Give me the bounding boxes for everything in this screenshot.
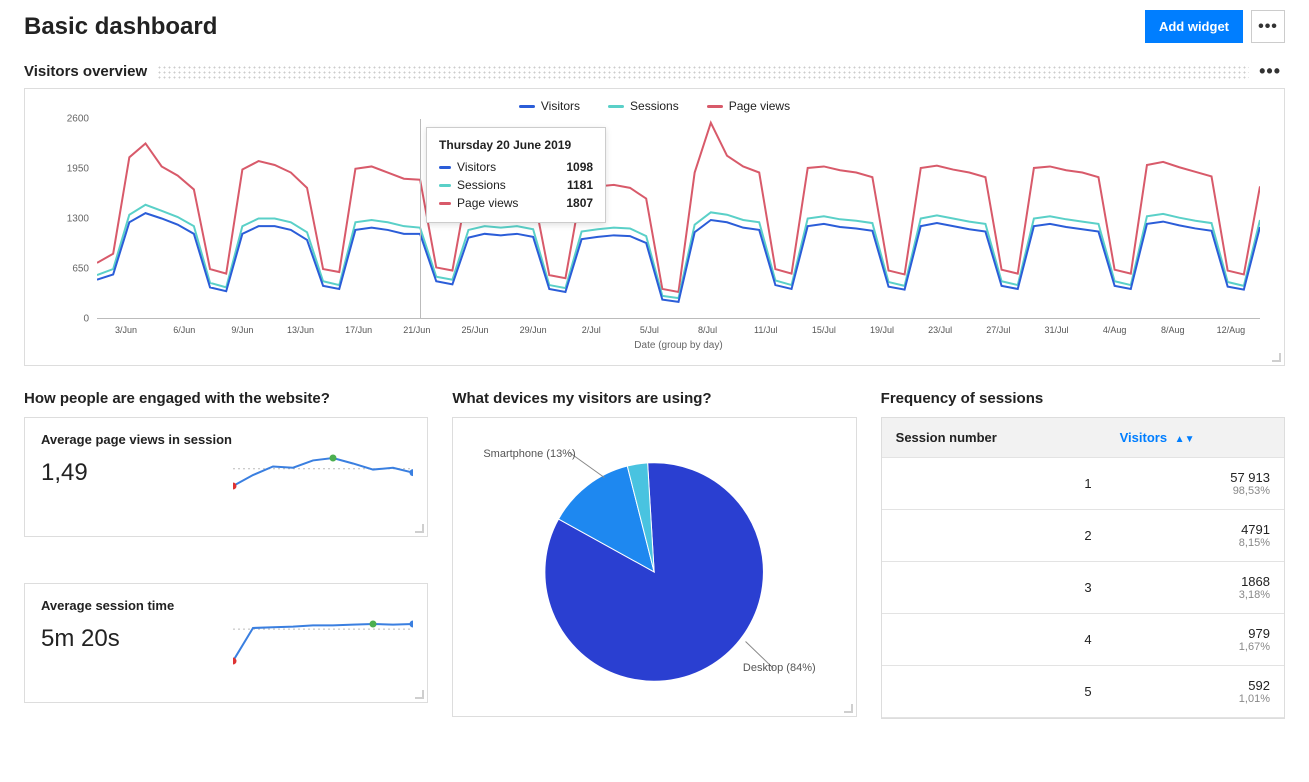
avg-session-time-title: Average session time (41, 598, 411, 613)
pie-label-smartphone: Smartphone (13%) (483, 448, 575, 460)
table-row[interactable]: 157 91398,53% (882, 458, 1284, 510)
pie-label-desktop: Desktop (84%) (743, 662, 816, 674)
overview-chart-card: Visitors Sessions Page views 06501300195… (24, 88, 1285, 366)
legend-visitors[interactable]: Visitors (519, 99, 580, 113)
devices-title: What devices my visitors are using? (452, 390, 711, 407)
avg-pageviews-card: Average page views in session 1,49 (24, 417, 428, 537)
table-row[interactable]: 49791,67% (882, 614, 1284, 666)
overview-more-menu[interactable]: ••• (1259, 61, 1285, 82)
tooltip-title: Thursday 20 June 2019 (439, 138, 593, 152)
legend-pageviews[interactable]: Page views (707, 99, 790, 113)
devices-pie-card: Smartphone (13%) Desktop (84%) (452, 417, 856, 717)
add-widget-button[interactable]: Add widget (1145, 10, 1243, 43)
page-title: Basic dashboard (24, 13, 217, 41)
resize-handle-icon[interactable] (841, 701, 853, 713)
sparkline-pageviews (233, 448, 413, 508)
resize-handle-icon[interactable] (1269, 350, 1281, 362)
overview-chart[interactable]: 0650130019502600 Thursday 20 June 2019 V… (45, 119, 1264, 349)
chart-tooltip: Thursday 20 June 2019 Visitors1098Sessio… (426, 127, 606, 223)
resize-handle-icon[interactable] (412, 521, 424, 533)
header-fill (157, 65, 1249, 79)
frequency-table-card: Session number Visitors ▲▼ 157 91398,53%… (881, 417, 1285, 719)
frequency-title: Frequency of sessions (881, 390, 1044, 407)
col-session-number[interactable]: Session number (882, 418, 1106, 458)
table-row[interactable]: 247918,15% (882, 510, 1284, 562)
legend-sessions[interactable]: Sessions (608, 99, 679, 113)
frequency-table: Session number Visitors ▲▼ 157 91398,53%… (882, 418, 1284, 718)
x-axis-label: Date (group by day) (634, 340, 722, 351)
header-more-menu[interactable]: ••• (1251, 10, 1285, 43)
avg-pageviews-title: Average page views in session (41, 432, 411, 447)
ellipsis-icon: ••• (1258, 18, 1278, 36)
resize-handle-icon[interactable] (412, 687, 424, 699)
avg-session-time-card: Average session time 5m 20s (24, 583, 428, 703)
col-visitors[interactable]: Visitors ▲▼ (1106, 418, 1284, 458)
table-row[interactable]: 318683,18% (882, 562, 1284, 614)
engagement-title: How people are engaged with the website? (24, 390, 330, 407)
sort-icon: ▲▼ (1175, 434, 1195, 445)
overview-title: Visitors overview (24, 63, 147, 80)
ellipsis-icon: ••• (1259, 61, 1281, 81)
table-row[interactable]: 55921,01% (882, 666, 1284, 718)
sparkline-session-time (233, 614, 413, 674)
